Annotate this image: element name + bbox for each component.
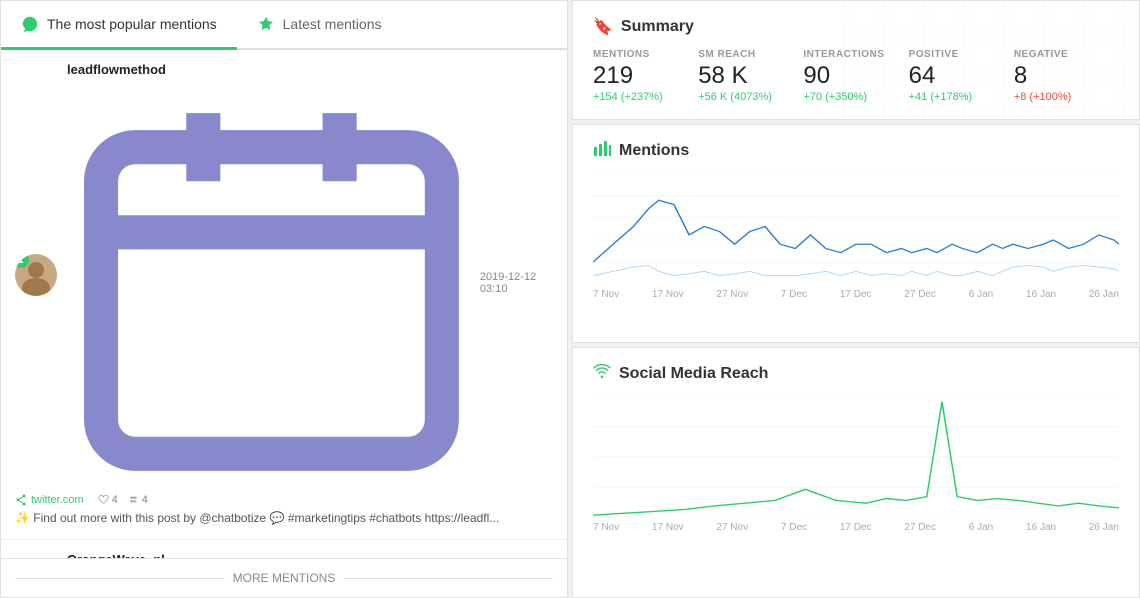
wifi-icon [593,362,611,385]
more-mentions-button[interactable]: MORE MENTIONS [1,558,567,597]
tab-popular-label: The most popular mentions [47,16,217,32]
reach-chart-area: 7 Nov 17 Nov 27 Nov 7 Dec 17 Dec 27 Dec … [593,397,1119,582]
reach-chart-panel: Social Media Reach 7 Nov 17 Nov 27 Nov [572,347,1140,598]
tab-latest-label: Latest mentions [283,16,382,32]
mentions-chart-title: Mentions [593,139,1119,162]
mentions-list: 1 leadflowmethod 2019-12-12 03:10 [1,50,567,558]
tab-latest[interactable]: Latest mentions [237,1,402,50]
reach-chart-x-labels: 7 Nov 17 Nov 27 Nov 7 Dec 17 Dec 27 Dec … [593,522,1119,533]
more-mentions-label: MORE MENTIONS [233,571,336,585]
avatar: 1 [15,254,57,296]
share-icon [15,494,27,506]
mentions-chart-area: 25 20 15 10 5 0 7 Nov 17 Nov 27 Nov 7 De… [593,174,1119,327]
retweet-icon [128,494,139,505]
star-icon [257,15,275,33]
mentions-chart-panel: Mentions 25 20 15 10 5 0 [572,124,1140,343]
mention-name: leadflowmethod [67,62,553,77]
dot-background [839,1,1139,119]
list-item: 2 OrangeWave_nl 2019-12-10 06:49 [1,540,567,558]
tab-popular[interactable]: The most popular mentions [1,1,237,50]
bookmark-icon: 🔖 [593,17,613,37]
list-item: 1 leadflowmethod 2019-12-12 03:10 [1,50,567,540]
tabs-bar: The most popular mentions Latest mention… [1,1,567,50]
mention-text: ✨ Find out more with this post by @chatb… [15,510,553,527]
mention-stats: 4 4 [98,494,148,506]
calendar-icon [67,79,476,488]
summary-panel: 🔖 Summary MENTIONS 219 +154 (+237%) SM R… [572,0,1140,120]
heart-icon [98,494,109,505]
bar-chart-icon [593,139,611,162]
stat-mentions: MENTIONS 219 +154 (+237%) [593,49,698,103]
mention-date: 2019-12-12 03:10 [67,79,553,488]
stat-smreach: SM REACH 58 K +56 K (4073%) [698,49,803,103]
chat-icon [21,15,39,33]
reach-chart-title: Social Media Reach [593,362,1119,385]
mentions-chart-x-labels: 7 Nov 17 Nov 27 Nov 7 Dec 17 Dec 27 Dec … [593,289,1119,300]
mention-source: twitter.com [15,494,84,506]
